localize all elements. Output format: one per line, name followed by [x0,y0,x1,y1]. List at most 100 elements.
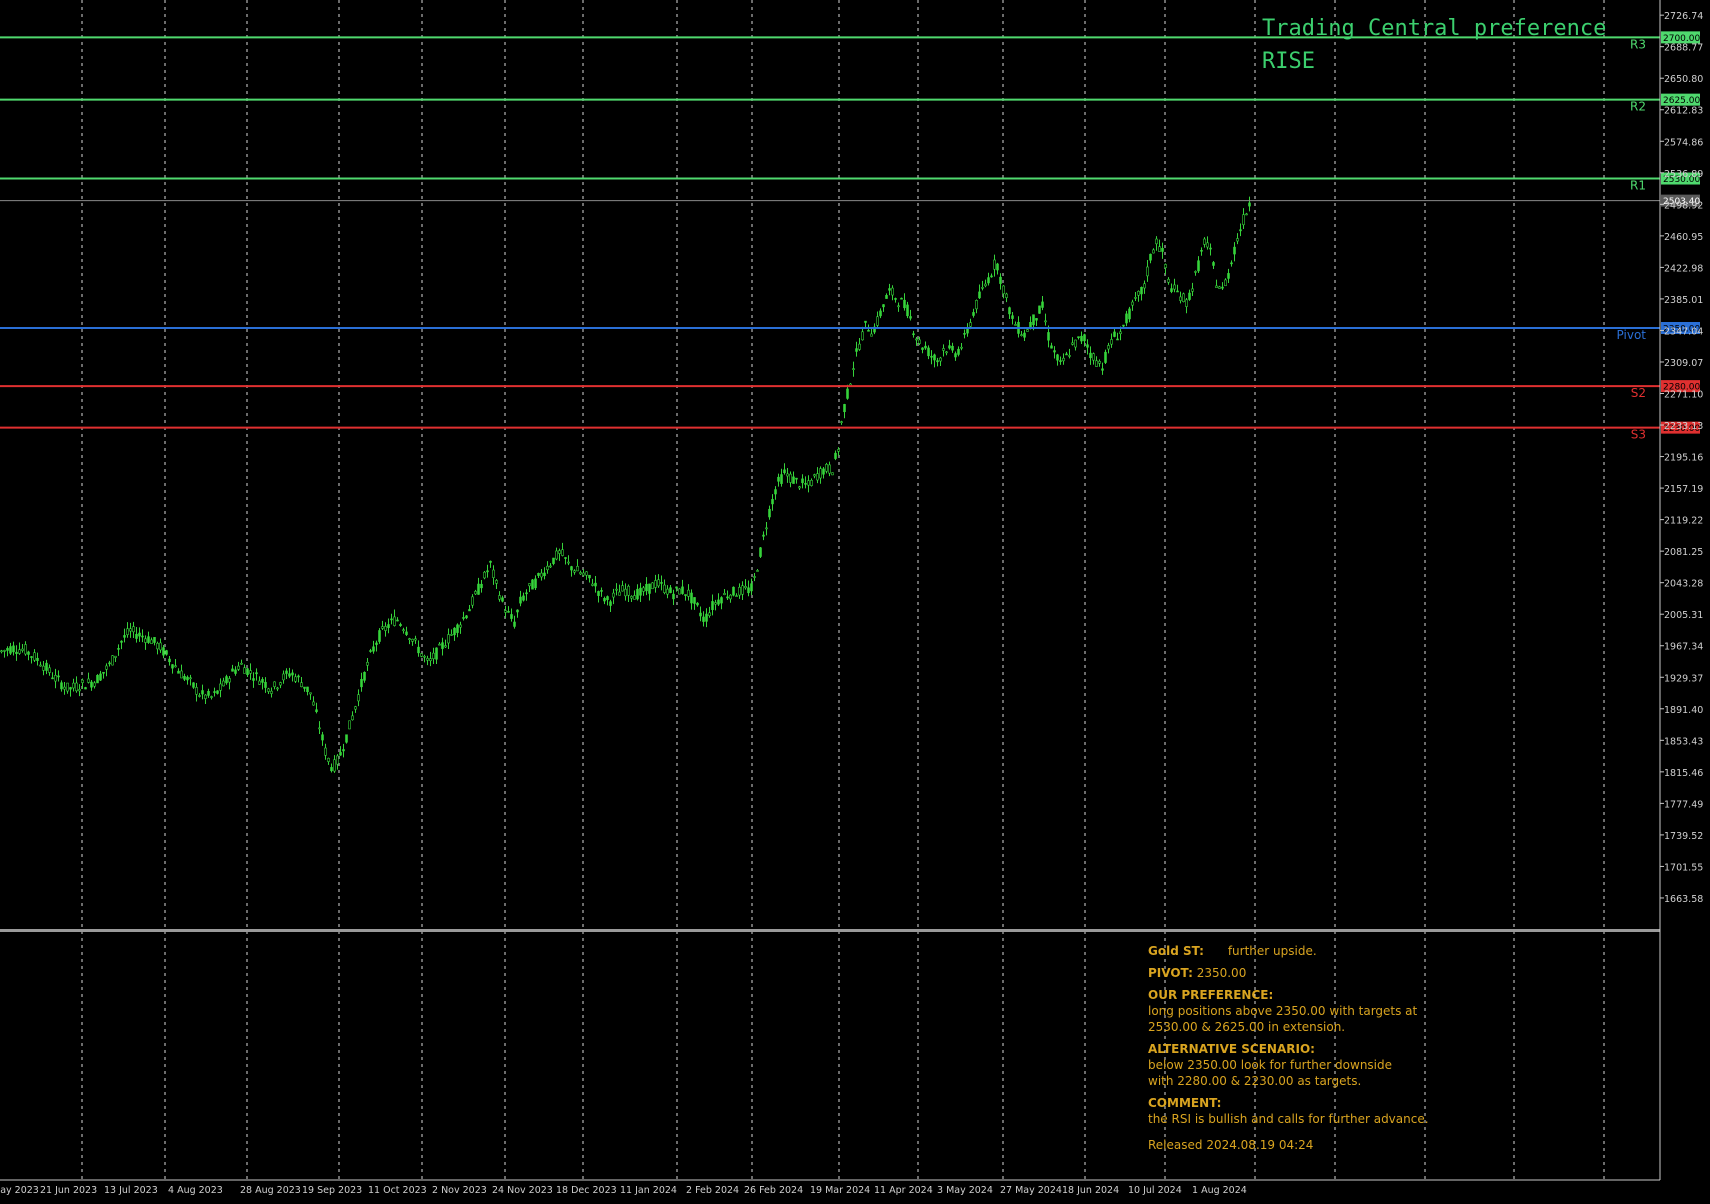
level-name-s2: S2 [1631,386,1646,400]
candle-body [1044,320,1047,323]
candle-body [252,678,255,681]
candle-body [489,560,492,563]
candle-body [306,686,309,693]
pivot-value: 2350.00 [1196,966,1247,980]
candle-body [216,690,219,694]
candle-body [123,635,126,638]
candle-body [579,572,582,575]
candle-body [285,670,288,674]
candle-body [777,476,780,482]
candle-body [660,582,663,584]
candle-body [324,747,327,756]
candle-body [786,473,789,477]
candle-body [420,653,423,657]
candle-body [672,593,675,600]
candle-body [834,452,837,459]
candle-body [1116,338,1119,341]
candle-body [813,474,816,477]
candle-body [228,678,231,683]
x-tick-label: 19 Sep 2023 [302,1185,362,1196]
candle-body [1164,264,1167,268]
candle-body [48,667,51,673]
y-tick-label: 2347.04 [1664,326,1703,337]
candle-body [543,572,546,577]
candle-body [9,646,12,654]
candle-body [702,616,705,622]
candle-body [51,677,54,680]
candle-body [1146,266,1149,277]
preference-block: OUR PREFERENCE: long positions above 235… [1148,987,1538,1035]
candle-body [864,320,867,323]
candle-body [321,734,324,741]
candle-body [618,591,621,596]
candle-body [972,312,975,316]
candle-body [687,589,690,597]
candle-body [921,347,924,350]
candle-body [426,658,429,661]
preference-overlay: Trading Central preference RISE [1262,12,1606,78]
candle-body [648,583,651,594]
candle-body [1212,262,1215,266]
candle-body [885,295,888,299]
candle-body [1011,315,1014,319]
candle-body [645,583,648,592]
candle-body [1089,352,1092,359]
candle-body [1194,271,1197,273]
candle-body [801,478,804,484]
x-tick-label: 11 Oct 2023 [368,1185,427,1196]
candle-body [969,322,972,327]
candle-body [1071,342,1074,345]
candle-body [591,583,594,586]
candle-body [396,619,399,622]
candle-body [699,612,702,617]
candle-body [696,602,699,606]
candle-body [957,348,960,355]
symbol-row: Gold ST: further upside. [1148,943,1538,959]
candle-body [1074,339,1077,348]
candle-body [762,534,765,537]
candle-body [1095,360,1098,367]
candle-body [93,682,96,687]
candle-body [1068,355,1071,357]
candle-body [1035,318,1038,321]
candle-body [174,665,177,668]
candle-body [66,682,69,692]
candle-body [747,587,750,594]
candle-body [858,343,861,350]
candle-body [633,595,636,600]
candle-body [21,648,24,651]
candle-body [894,298,897,300]
candle-body [987,277,990,284]
comment-block: COMMENT: the RSI is bullish and calls fo… [1148,1095,1538,1127]
candle-body [312,701,315,706]
candle-body [990,275,993,278]
candle-body [15,651,18,654]
candle-body [930,355,933,358]
candle-body [1050,345,1053,349]
candle-body [759,547,762,557]
candle-body [945,351,948,354]
candle-body [528,583,531,587]
candle-body [405,631,408,635]
candle-body [888,288,891,291]
candle-body [876,316,879,326]
candle-body [294,676,297,682]
candle-body [867,330,870,332]
candle-body [255,672,258,675]
candle-body [1053,350,1056,353]
candle-body [594,582,597,587]
candle-body [825,464,828,472]
candle-body [717,599,720,605]
x-tick-label: 18 Jun 2024 [1062,1185,1119,1196]
candle-body [804,483,807,485]
candle-body [150,639,153,644]
symbol-label: Gold ST: [1148,944,1204,958]
candle-body [846,388,849,399]
candle-body [513,621,516,627]
candle-body [774,489,777,495]
candle-body [192,682,195,688]
y-tick-label: 1663.58 [1664,894,1703,905]
candle-body [408,638,411,640]
candle-body [1167,278,1170,283]
y-tick-label: 2498.92 [1664,200,1703,211]
